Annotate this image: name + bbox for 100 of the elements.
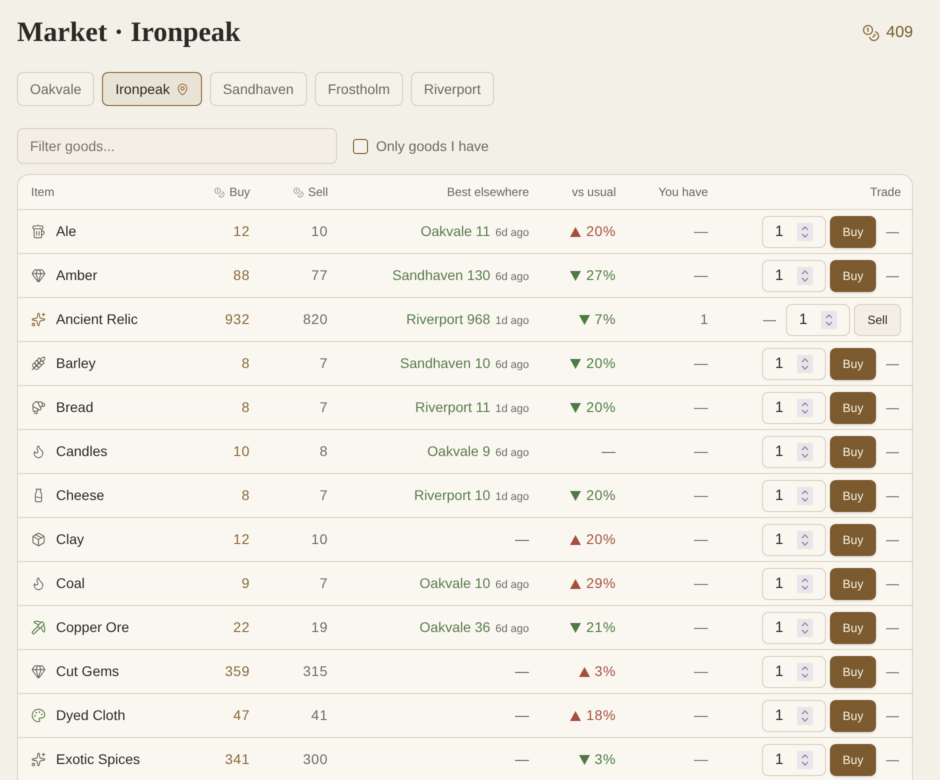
spinner-icon[interactable] — [797, 574, 813, 592]
buy-price: 8 — [242, 487, 250, 503]
empty-dash: — — [885, 574, 900, 593]
spinner-icon[interactable] — [797, 530, 813, 548]
empty-dash: — — [885, 618, 900, 637]
sell-price: 10 — [311, 223, 328, 239]
column-header: Best elsewhere — [446, 184, 529, 201]
price-change: 20% — [586, 398, 616, 417]
price-change: 18% — [586, 706, 616, 725]
buy-button[interactable]: Buy — [830, 216, 876, 248]
town-tab[interactable]: Frostholm — [314, 72, 403, 106]
buy-button[interactable]: Buy — [830, 656, 876, 688]
price-age: 6d ago — [495, 270, 529, 285]
empty-dash: — — [885, 706, 900, 725]
empty-dash: — — [885, 486, 900, 505]
empty-dash: — — [515, 706, 529, 725]
owned-count: — — [694, 443, 708, 459]
buy-price: 341 — [224, 751, 250, 767]
buy-button[interactable]: Buy — [830, 436, 876, 468]
coins-icon — [214, 186, 226, 198]
buy-price: 12 — [233, 223, 250, 239]
price-change: 27% — [586, 266, 616, 285]
item-name: Candles — [56, 442, 108, 461]
spinner-icon[interactable] — [821, 310, 837, 328]
column-header: Item — [31, 185, 54, 199]
item-name: Ancient Relic — [56, 310, 138, 329]
price-change: 20% — [586, 354, 616, 373]
column-header: Trade — [870, 184, 901, 201]
town-tab[interactable]: Sandhaven — [210, 72, 307, 106]
empty-dash: — — [885, 530, 900, 549]
checkbox[interactable] — [353, 138, 368, 154]
sell-price: 7 — [320, 487, 328, 503]
coins-icon — [292, 186, 304, 198]
item-name: Barley — [56, 354, 96, 373]
sell-price: 77 — [311, 267, 328, 283]
empty-dash: — — [885, 354, 900, 373]
sell-price: 41 — [311, 707, 328, 723]
spinner-icon[interactable] — [797, 354, 813, 372]
price-change: 3% — [594, 750, 616, 769]
sell-price: 820 — [302, 311, 328, 327]
town-tab[interactable]: Riverport — [410, 72, 494, 106]
town-tab[interactable]: Ironpeak — [102, 72, 202, 106]
price-change: 20% — [586, 530, 616, 549]
owned-count: — — [694, 575, 708, 591]
empty-dash: — — [885, 266, 900, 285]
price-age: 1d ago — [495, 490, 529, 505]
sell-price: 7 — [320, 575, 328, 591]
owned-count: — — [694, 707, 708, 723]
empty-dash: — — [885, 442, 900, 461]
buy-button[interactable]: Buy — [830, 700, 876, 732]
price-change: 3% — [594, 662, 616, 681]
buy-button[interactable]: Buy — [830, 260, 876, 292]
buy-price: 8 — [242, 399, 250, 415]
best-price: Sandhaven 130 — [392, 266, 490, 285]
owned-count: — — [694, 267, 708, 283]
buy-price: 12 — [233, 531, 250, 547]
sell-price: 10 — [311, 531, 328, 547]
empty-dash: — — [885, 750, 900, 769]
buy-button[interactable]: Buy — [830, 568, 876, 600]
buy-button[interactable]: Buy — [830, 524, 876, 556]
price-age: 6d ago — [495, 622, 529, 637]
price-change: 21% — [586, 618, 616, 637]
price-change: 20% — [586, 486, 616, 505]
coin-balance: 409 — [886, 23, 913, 43]
item-name: Bread — [56, 398, 94, 417]
buy-button[interactable]: Buy — [830, 480, 876, 512]
buy-button[interactable]: Buy — [830, 612, 876, 644]
checkbox-label: Only goods I have — [376, 136, 489, 156]
coins-icon — [862, 24, 880, 42]
price-change: 7% — [594, 310, 616, 329]
owned-count: — — [694, 531, 708, 547]
filter-field[interactable]: Filter goods... — [17, 128, 337, 164]
buy-button[interactable]: Buy — [830, 392, 876, 424]
item-name: Dyed Cloth — [56, 706, 126, 725]
sell-button[interactable]: Sell — [854, 304, 901, 336]
empty-dash: — — [762, 310, 777, 329]
owned-count: — — [694, 663, 708, 679]
spinner-icon[interactable] — [797, 442, 813, 460]
buy-price: 88 — [233, 267, 250, 283]
best-price: Oakvale 10 — [420, 574, 490, 593]
spinner-icon[interactable] — [797, 662, 813, 680]
spinner-icon[interactable] — [797, 706, 813, 724]
price-change: 29% — [586, 574, 616, 593]
buy-button[interactable]: Buy — [830, 348, 876, 380]
spinner-icon[interactable] — [797, 222, 813, 240]
owned-count: — — [694, 619, 708, 635]
empty-dash: — — [885, 662, 900, 681]
spinner-icon[interactable] — [797, 398, 813, 416]
spinner-icon[interactable] — [797, 618, 813, 636]
spinner-icon[interactable] — [797, 266, 813, 284]
town-tab[interactable]: Oakvale — [17, 72, 94, 106]
buy-button[interactable]: Buy — [830, 744, 876, 776]
buy-price: 47 — [233, 707, 250, 723]
spinner-icon[interactable] — [797, 486, 813, 504]
owned-count: — — [694, 223, 708, 239]
spinner-icon[interactable] — [797, 750, 813, 768]
column-header: Sell — [308, 184, 328, 201]
best-price: Riverport 10 — [414, 486, 490, 505]
sell-price: 8 — [320, 443, 328, 459]
item-name: Ale — [56, 222, 76, 241]
